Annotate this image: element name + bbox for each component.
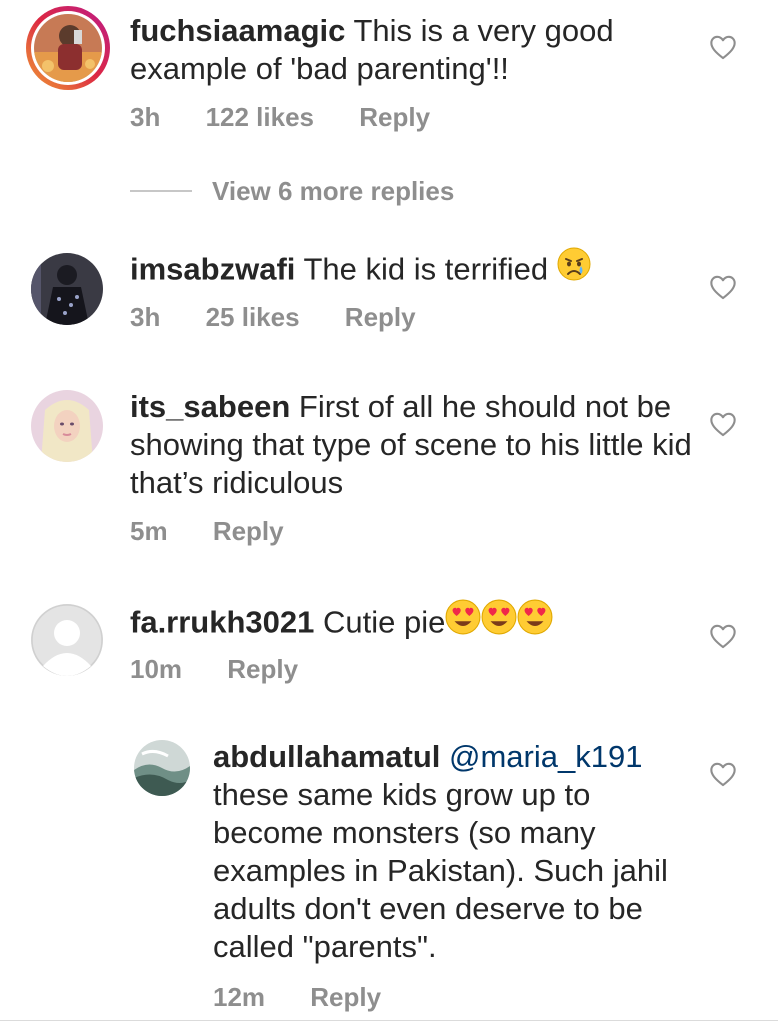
default-avatar-icon	[31, 604, 103, 676]
comment-meta: 3h 122 likes Reply	[130, 102, 430, 132]
comment-username[interactable]: imsabzwafi	[130, 252, 295, 287]
avatar[interactable]	[31, 604, 103, 676]
reply-button[interactable]: Reply	[359, 102, 430, 132]
view-more-replies-button[interactable]: View 6 more replies	[130, 174, 454, 208]
comment-time: 10m	[130, 654, 183, 684]
reply-button[interactable]: Reply	[213, 516, 284, 546]
comment-time: 3h	[130, 102, 161, 132]
like-button[interactable]	[709, 623, 737, 649]
comment-body: fuchsiaamagic This is a very good exampl…	[130, 12, 650, 88]
comment-body: imsabzwafi The kid is terrified	[130, 247, 690, 293]
avatar[interactable]	[134, 740, 190, 796]
like-button[interactable]	[709, 411, 737, 437]
reply-button[interactable]: Reply	[345, 302, 416, 332]
comment-text: The kid is terrified	[303, 251, 549, 287]
comment-meta: 3h 25 likes Reply	[130, 302, 416, 332]
avatar[interactable]	[31, 253, 103, 325]
mention-link[interactable]: @maria_k191	[449, 739, 642, 774]
comment-item: imsabzwafi The kid is terrified 3h 25 li…	[0, 240, 778, 350]
comment-body: abdullahamatul @maria_k191 these same ki…	[213, 738, 693, 966]
comment-meta: 12m Reply	[213, 982, 381, 1012]
heart-outline-icon	[710, 412, 736, 437]
heart-eyes-face-icon	[445, 599, 481, 644]
avatar[interactable]	[31, 390, 103, 462]
heart-outline-icon	[710, 624, 736, 649]
reply-button[interactable]: Reply	[310, 982, 381, 1012]
heart-outline-icon	[710, 275, 736, 300]
comment-username[interactable]: fa.rrukh3021	[130, 605, 314, 640]
comment-item: its_sabeen First of all he should not be…	[0, 380, 778, 560]
comment-time: 5m	[130, 516, 168, 546]
replies-divider	[130, 190, 192, 192]
like-button[interactable]	[709, 274, 737, 300]
comment-meta: 10m Reply	[130, 654, 298, 684]
comment-likes[interactable]: 122 likes	[206, 102, 314, 132]
avatar[interactable]	[31, 11, 105, 85]
comment-item: fa.rrukh3021 Cutie pie 10m Reply	[0, 592, 778, 702]
reply-item: abdullahamatul @maria_k191 these same ki…	[0, 728, 778, 1023]
reply-button[interactable]: Reply	[227, 654, 298, 684]
heart-outline-icon	[710, 762, 736, 787]
comment-text: these same kids grow up to become monste…	[213, 777, 668, 964]
like-button[interactable]	[709, 761, 737, 787]
crying-face-icon	[557, 247, 591, 290]
heart-outline-icon	[710, 35, 736, 60]
divider	[0, 1020, 778, 1021]
comment-likes[interactable]: 25 likes	[206, 302, 300, 332]
comment-time: 3h	[130, 302, 161, 332]
comment-text: Cutie pie	[323, 604, 446, 640]
comment-time: 12m	[213, 982, 266, 1012]
like-button[interactable]	[709, 34, 737, 60]
comment-username[interactable]: fuchsiaamagic	[130, 13, 345, 48]
heart-eyes-face-icon	[517, 599, 553, 644]
view-replies-label: View 6 more replies	[212, 175, 455, 206]
comment-body: its_sabeen First of all he should not be…	[130, 388, 700, 502]
comment-username[interactable]: its_sabeen	[130, 389, 290, 424]
comment-meta: 5m Reply	[130, 516, 284, 546]
heart-eyes-face-icon	[481, 599, 517, 644]
comments-list: fuchsiaamagic This is a very good exampl…	[0, 0, 778, 1024]
comment-body: fa.rrukh3021 Cutie pie	[130, 599, 690, 647]
comment-username[interactable]: abdullahamatul	[213, 739, 440, 774]
